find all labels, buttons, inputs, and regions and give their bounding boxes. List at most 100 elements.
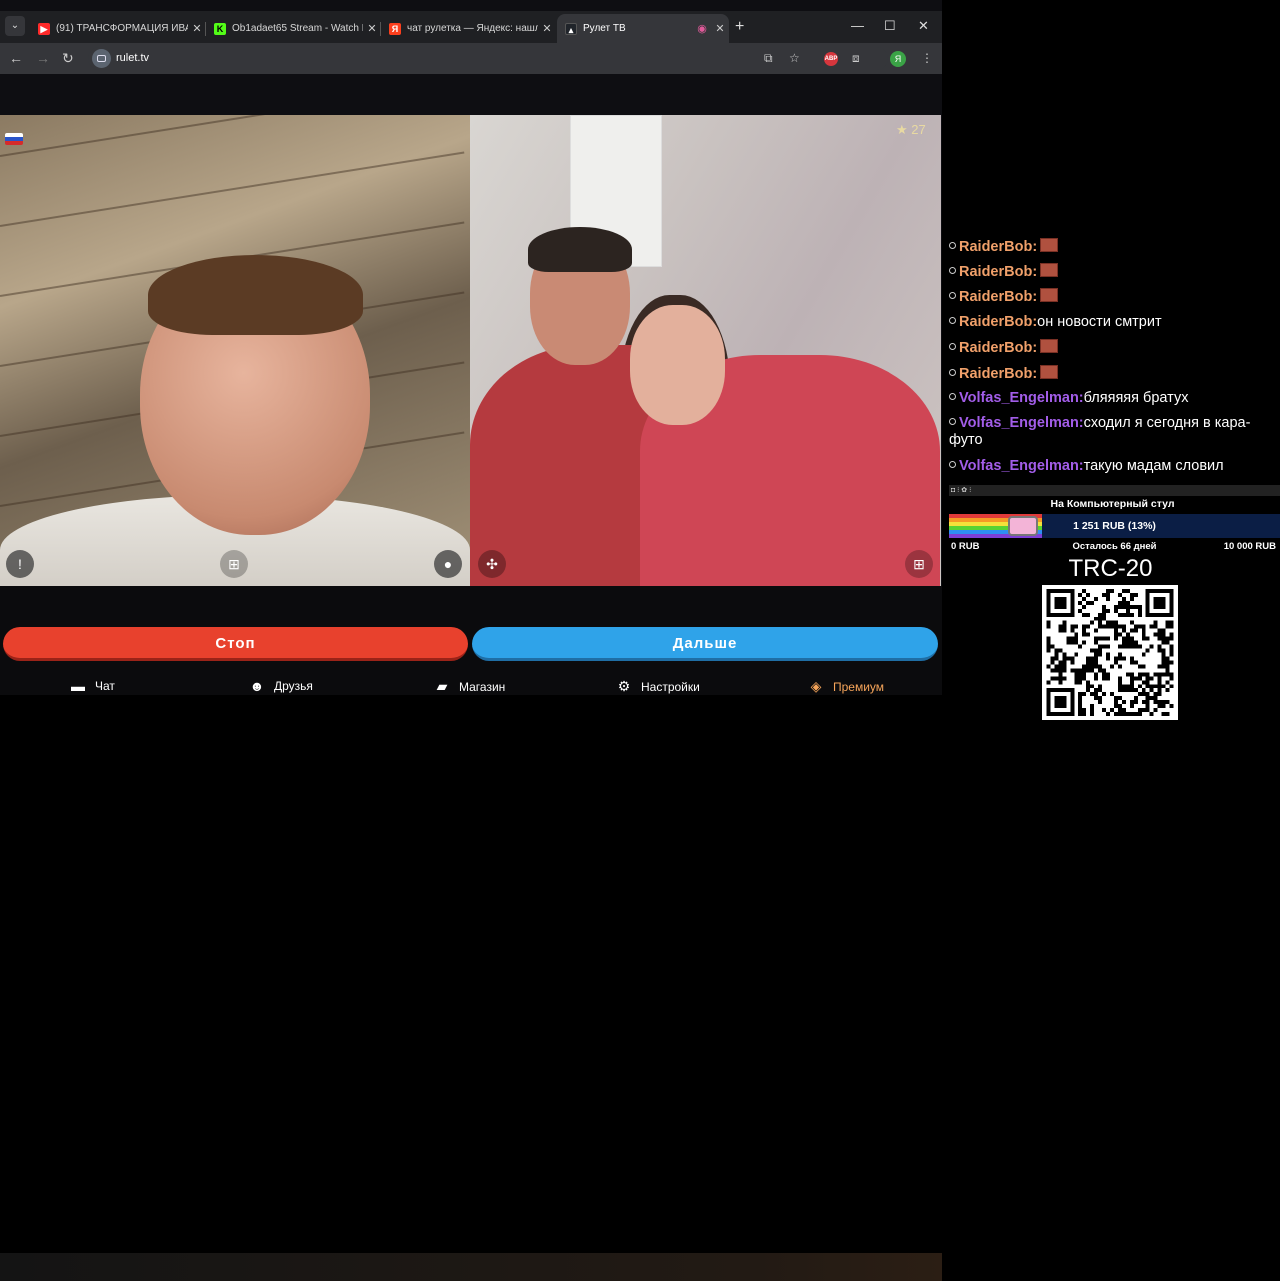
rulet-icon: ▴ xyxy=(565,22,577,35)
reload-icon[interactable]: ↻ xyxy=(62,50,74,67)
install-app-icon[interactable]: ⧉ xyxy=(764,51,773,66)
local-video xyxy=(0,115,470,586)
chat-icon: ▬ xyxy=(71,678,85,694)
game-icon[interactable]: ✣ xyxy=(478,550,506,578)
emote-icon xyxy=(1040,339,1059,353)
tab-kick[interactable]: K Ob1adaet65 Stream - Watch Li ✕ xyxy=(206,14,381,43)
qr-code xyxy=(1042,585,1178,720)
close-tab-icon[interactable]: ✕ xyxy=(363,22,381,35)
close-tab-icon[interactable]: ✕ xyxy=(188,22,206,35)
crypto-network-label: TRC-20 xyxy=(1068,555,1153,582)
badge-icon xyxy=(949,418,956,425)
chat-nick: Volfas_Engelman: xyxy=(959,390,1084,406)
chat-message: Volfas_Engelman:бляяяяя братух xyxy=(949,390,1274,407)
url-text[interactable]: rulet.tv xyxy=(116,52,149,64)
maximize-icon[interactable]: ☐ xyxy=(884,18,896,34)
nav-label: Премиум xyxy=(833,679,885,694)
nav-premium[interactable]: ◈ Премиум xyxy=(808,678,884,695)
chat-text: бляяяяя братух xyxy=(1083,390,1189,406)
next-button[interactable]: Дальше xyxy=(472,627,938,661)
badge-icon xyxy=(949,393,956,400)
tab-youtube[interactable]: ▶ (91) ТРАНСФОРМАЦИЯ ИВАНА ✕ xyxy=(30,14,206,43)
tab-title: Ob1adaet65 Stream - Watch Li xyxy=(232,23,363,34)
chat-nick: RaiderBob: xyxy=(959,239,1038,255)
browser-window: ⌄ ▶ (91) ТРАНСФОРМАЦИЯ ИВАНА ✕ K Ob1adae… xyxy=(0,0,942,1281)
chat-text: такую мадам словил xyxy=(1083,458,1224,474)
badge-icon xyxy=(949,242,956,249)
rating-badge: ★ 27 xyxy=(896,122,926,138)
badge-icon xyxy=(949,343,956,350)
chat-nick: RaiderBob: xyxy=(959,289,1038,305)
site-info-icon[interactable] xyxy=(92,49,111,68)
premium-icon: ◈ xyxy=(810,678,822,694)
friends-icon: ☻ xyxy=(249,678,265,694)
tab-strip: ⌄ ▶ (91) ТРАНСФОРМАЦИЯ ИВАНА ✕ K Ob1adae… xyxy=(0,11,942,43)
recording-icon: ◉ xyxy=(697,23,707,35)
report-icon[interactable]: ! xyxy=(6,550,34,578)
chat-message: RaiderBob:он новости смтрит xyxy=(949,314,1274,331)
youtube-icon: ▶ xyxy=(38,22,50,35)
close-tab-icon[interactable]: ✕ xyxy=(538,22,556,35)
profile-avatar[interactable]: Я xyxy=(890,51,906,67)
back-icon[interactable]: ← xyxy=(9,50,23,66)
emote-icon xyxy=(1040,288,1059,302)
badge-icon xyxy=(949,267,956,274)
minimize-icon[interactable]: — xyxy=(851,18,864,33)
nav-friends[interactable]: ☻ Друзья xyxy=(249,678,313,694)
remote-video xyxy=(470,115,941,586)
browser-toolbar: ← → ↻ rulet.tv ⧉ ☆ ABP ⧈ Я ⋮ xyxy=(0,43,942,74)
stop-button[interactable]: Стоп xyxy=(3,627,468,661)
profile-icon[interactable]: ● xyxy=(434,550,462,578)
chat-nick: RaiderBob: xyxy=(959,340,1038,356)
tab-rulet[interactable]: ▴ Рулет ТВ ◉ ✕ xyxy=(557,14,729,43)
chat-nick: RaiderBob: xyxy=(959,264,1038,280)
close-tab-icon[interactable]: ✕ xyxy=(711,22,729,35)
yandex-icon: Я xyxy=(389,22,401,35)
tab-search-button[interactable]: ⌄ xyxy=(5,16,25,36)
adblock-extension-icon[interactable]: ABP xyxy=(824,52,838,66)
tab-title: Рулет ТВ xyxy=(583,23,626,34)
chat-nick: RaiderBob: xyxy=(959,366,1038,382)
badge-icon xyxy=(949,461,956,468)
shop-icon: ▰ xyxy=(436,678,448,694)
emote-icon xyxy=(1040,238,1059,252)
tab-yandex[interactable]: Я чат рулетка — Яндекс: нашло ✕ xyxy=(381,14,556,43)
nav-shop[interactable]: ▰ Магазин xyxy=(434,678,506,695)
donation-goal-widget: ◘ ⁝ ✿ ⁝ На Компьютерный стул 1 251 RUB (… xyxy=(949,485,1280,555)
badge-icon xyxy=(949,369,956,376)
country-flag-icon xyxy=(5,133,23,145)
star-count: 27 xyxy=(911,122,926,137)
nav-label: Чат xyxy=(95,679,115,693)
bookmark-star-icon[interactable]: ☆ xyxy=(789,51,800,65)
chat-message: RaiderBob: xyxy=(949,288,1274,306)
gift-icon[interactable]: ⊞ xyxy=(220,550,248,578)
chat-message: RaiderBob: xyxy=(949,339,1274,357)
tab-title: чат рулетка — Яндекс: нашло xyxy=(407,23,538,34)
gift-icon[interactable]: ⊞ xyxy=(905,550,933,578)
goal-progress-bar: 1 251 RUB (13%) xyxy=(949,514,1280,538)
chat-message: RaiderBob: xyxy=(949,365,1274,383)
forward-icon[interactable]: → xyxy=(36,50,50,66)
chat-message: Volfas_Engelman:сходил я сегодня в кара-… xyxy=(949,415,1269,449)
chat-text: он новости смтрит xyxy=(1037,314,1162,330)
tab-title: (91) ТРАНСФОРМАЦИЯ ИВАНА xyxy=(56,23,188,34)
widget-controls: ◘ ⁝ ✿ ⁝ xyxy=(949,485,1280,496)
nav-label: Друзья xyxy=(274,679,313,693)
chat-nick: Volfas_Engelman: xyxy=(959,458,1084,474)
goal-max: 10 000 RUB xyxy=(1223,541,1276,552)
close-window-icon[interactable]: ✕ xyxy=(918,18,929,34)
menu-icon[interactable]: ⋮ xyxy=(921,51,933,65)
badge-icon xyxy=(949,317,956,324)
new-tab-icon[interactable]: + xyxy=(735,18,744,36)
kick-icon: K xyxy=(214,22,226,35)
nav-chat[interactable]: ▬ Чат xyxy=(70,678,115,694)
emote-icon xyxy=(1040,365,1059,379)
stream-chat: RaiderBob: RaiderBob: RaiderBob: RaiderB… xyxy=(949,237,1280,485)
extensions-icon[interactable]: ⧈ xyxy=(852,51,860,66)
chat-nick: RaiderBob: xyxy=(959,314,1038,330)
nav-settings[interactable]: ⚙ Настройки xyxy=(616,678,700,695)
nav-label: Магазин xyxy=(459,679,506,694)
controls-panel: Стоп Дальше ▬ Чат ☻ Друзья ▰ Магазин ⚙ Н… xyxy=(0,586,942,1281)
star-icon: ★ xyxy=(896,122,908,137)
goal-amount: 1 251 RUB (13%) xyxy=(1073,520,1156,532)
